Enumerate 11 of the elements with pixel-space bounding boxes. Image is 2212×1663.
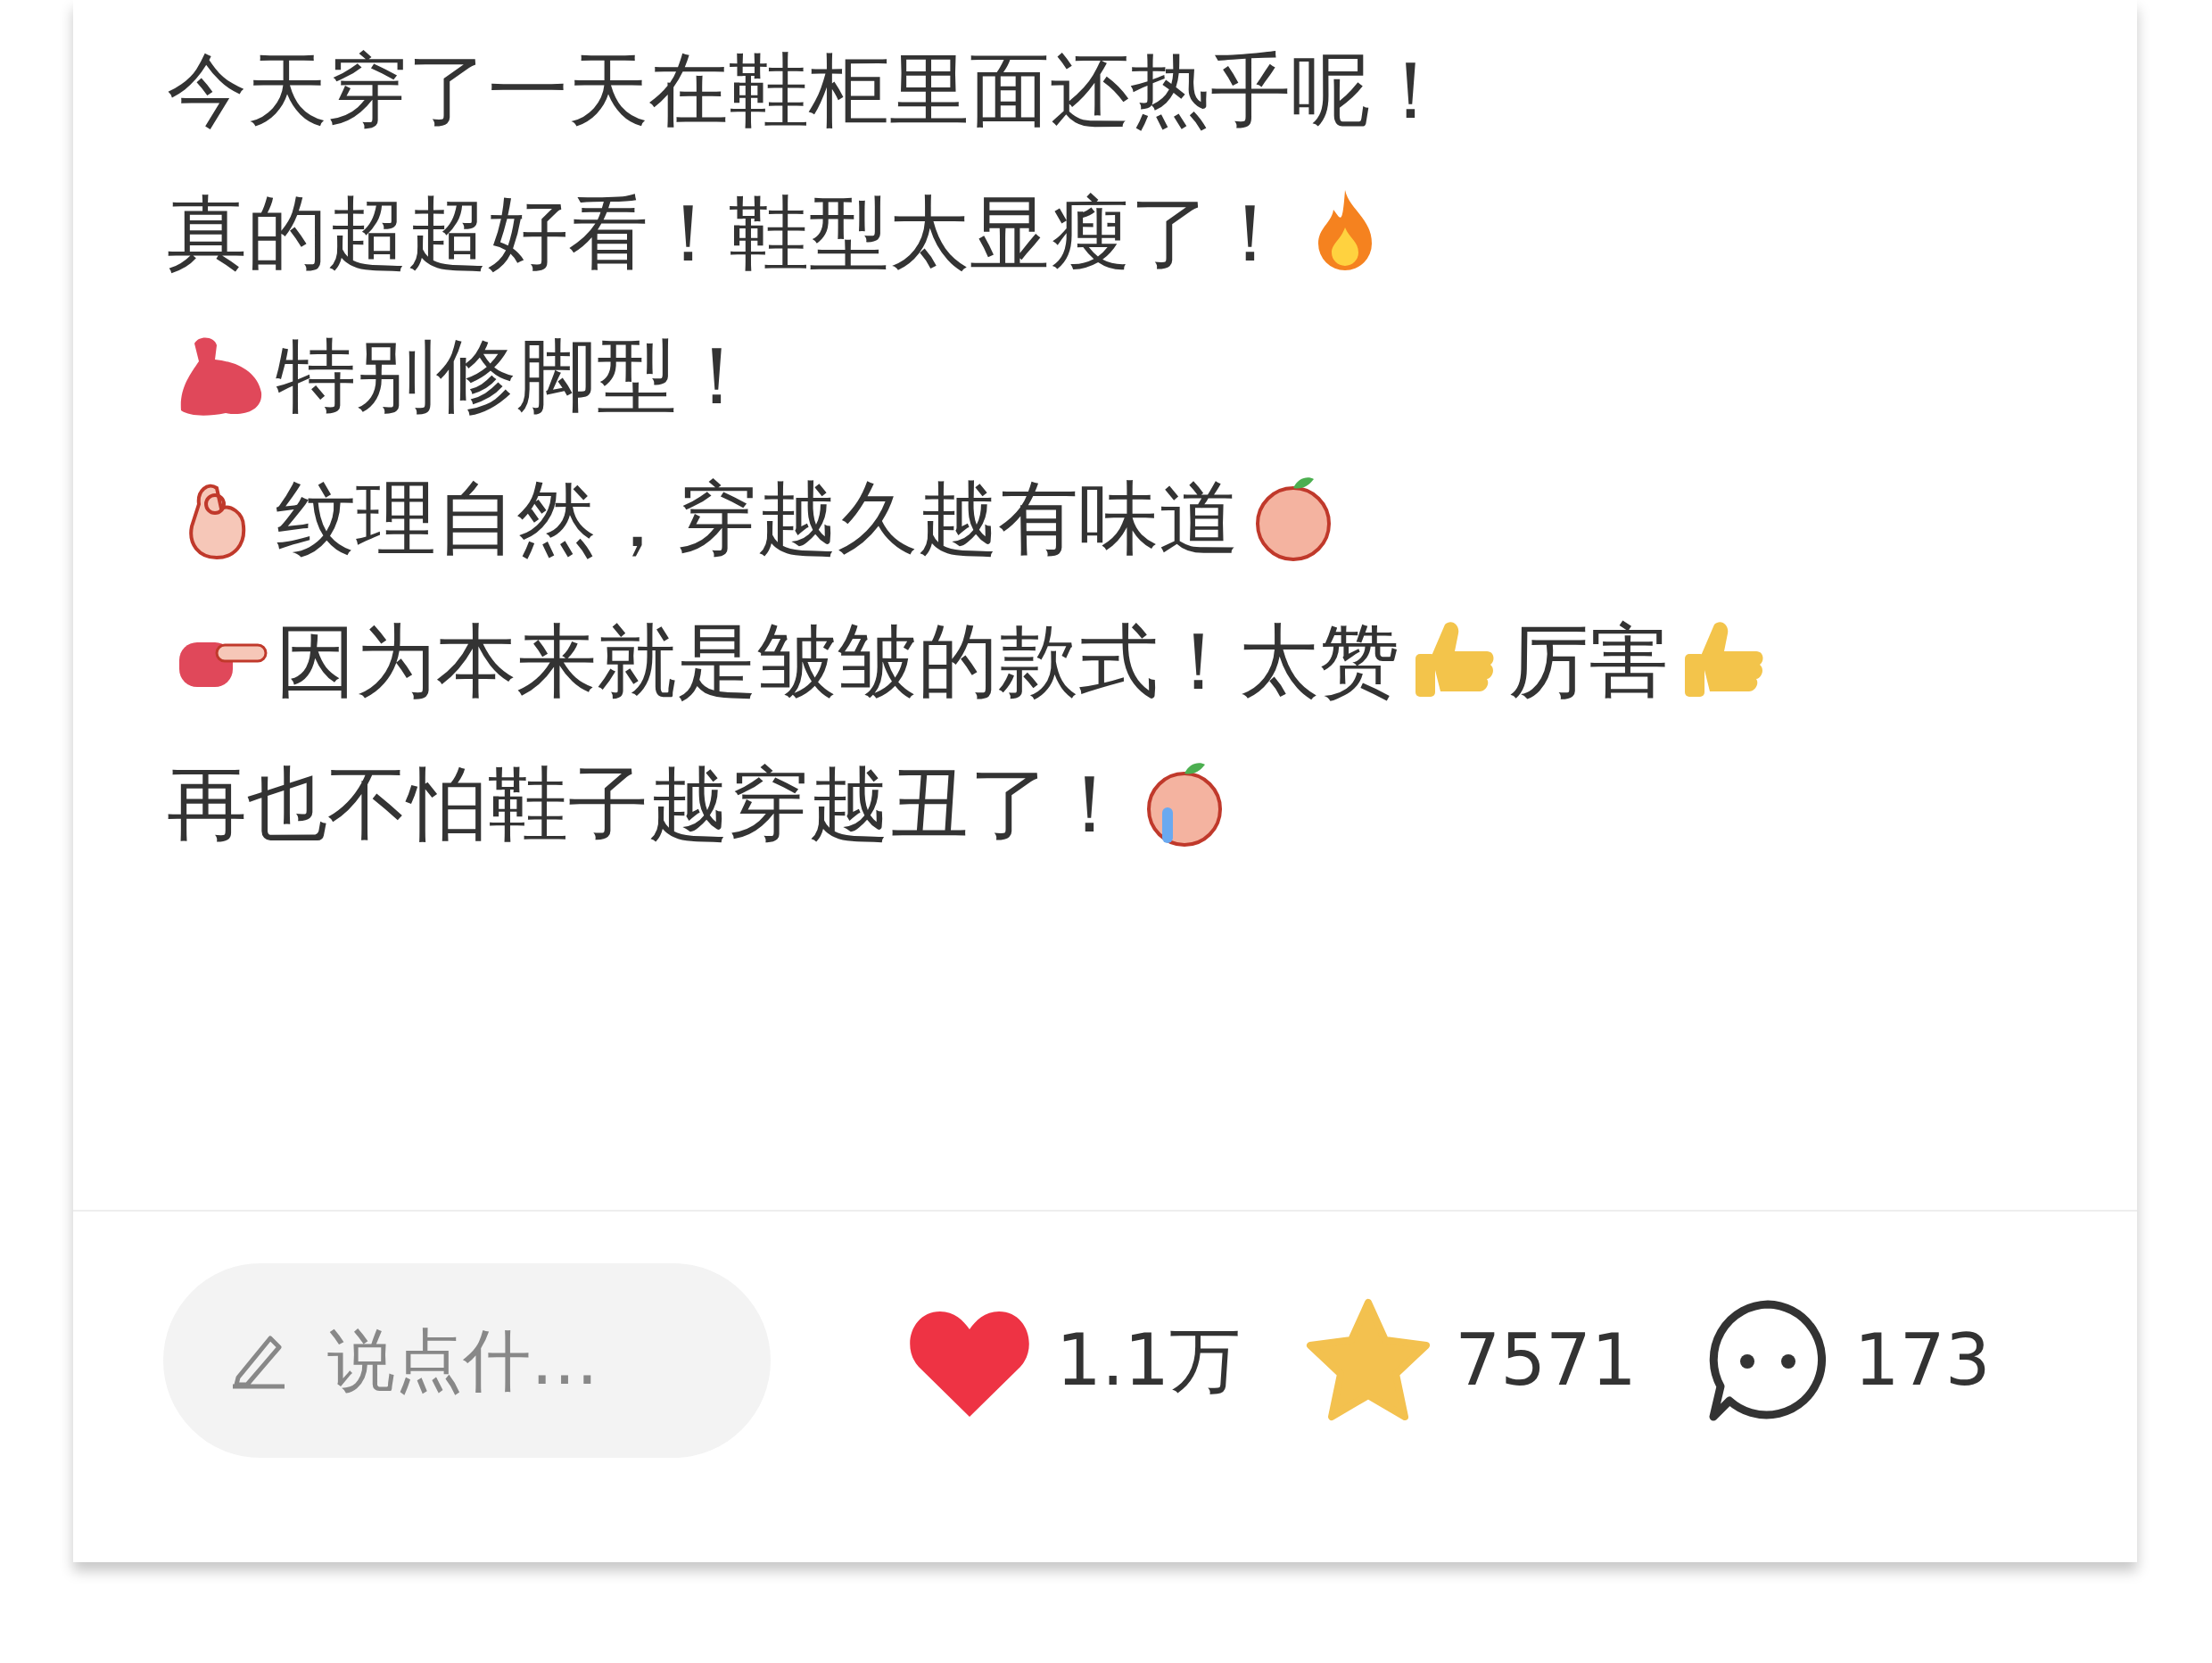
comment-field[interactable]: 说点什… [163, 1262, 771, 1458]
count-text: 7571 [1455, 1317, 1637, 1403]
count-text: 1.1万 [1056, 1317, 1242, 1403]
post-text: 厉害 [1508, 612, 1669, 709]
post-text: 真的超超好看！鞋型太显瘦了！ [167, 184, 1291, 281]
post-text: 再也不怕鞋子越穿越丑了！ [167, 755, 1130, 852]
post-text: 纹理自然，穿越久越有味道 [276, 469, 1239, 567]
post-text: 特别修脚型！ [276, 327, 757, 424]
count-text: 173 [1853, 1317, 1991, 1403]
post-text: 今天穿了一天在鞋柜里面还热乎呢！ [167, 41, 1451, 138]
post-text: 因为本来就是皱皱的款式！太赞 [276, 612, 1399, 709]
